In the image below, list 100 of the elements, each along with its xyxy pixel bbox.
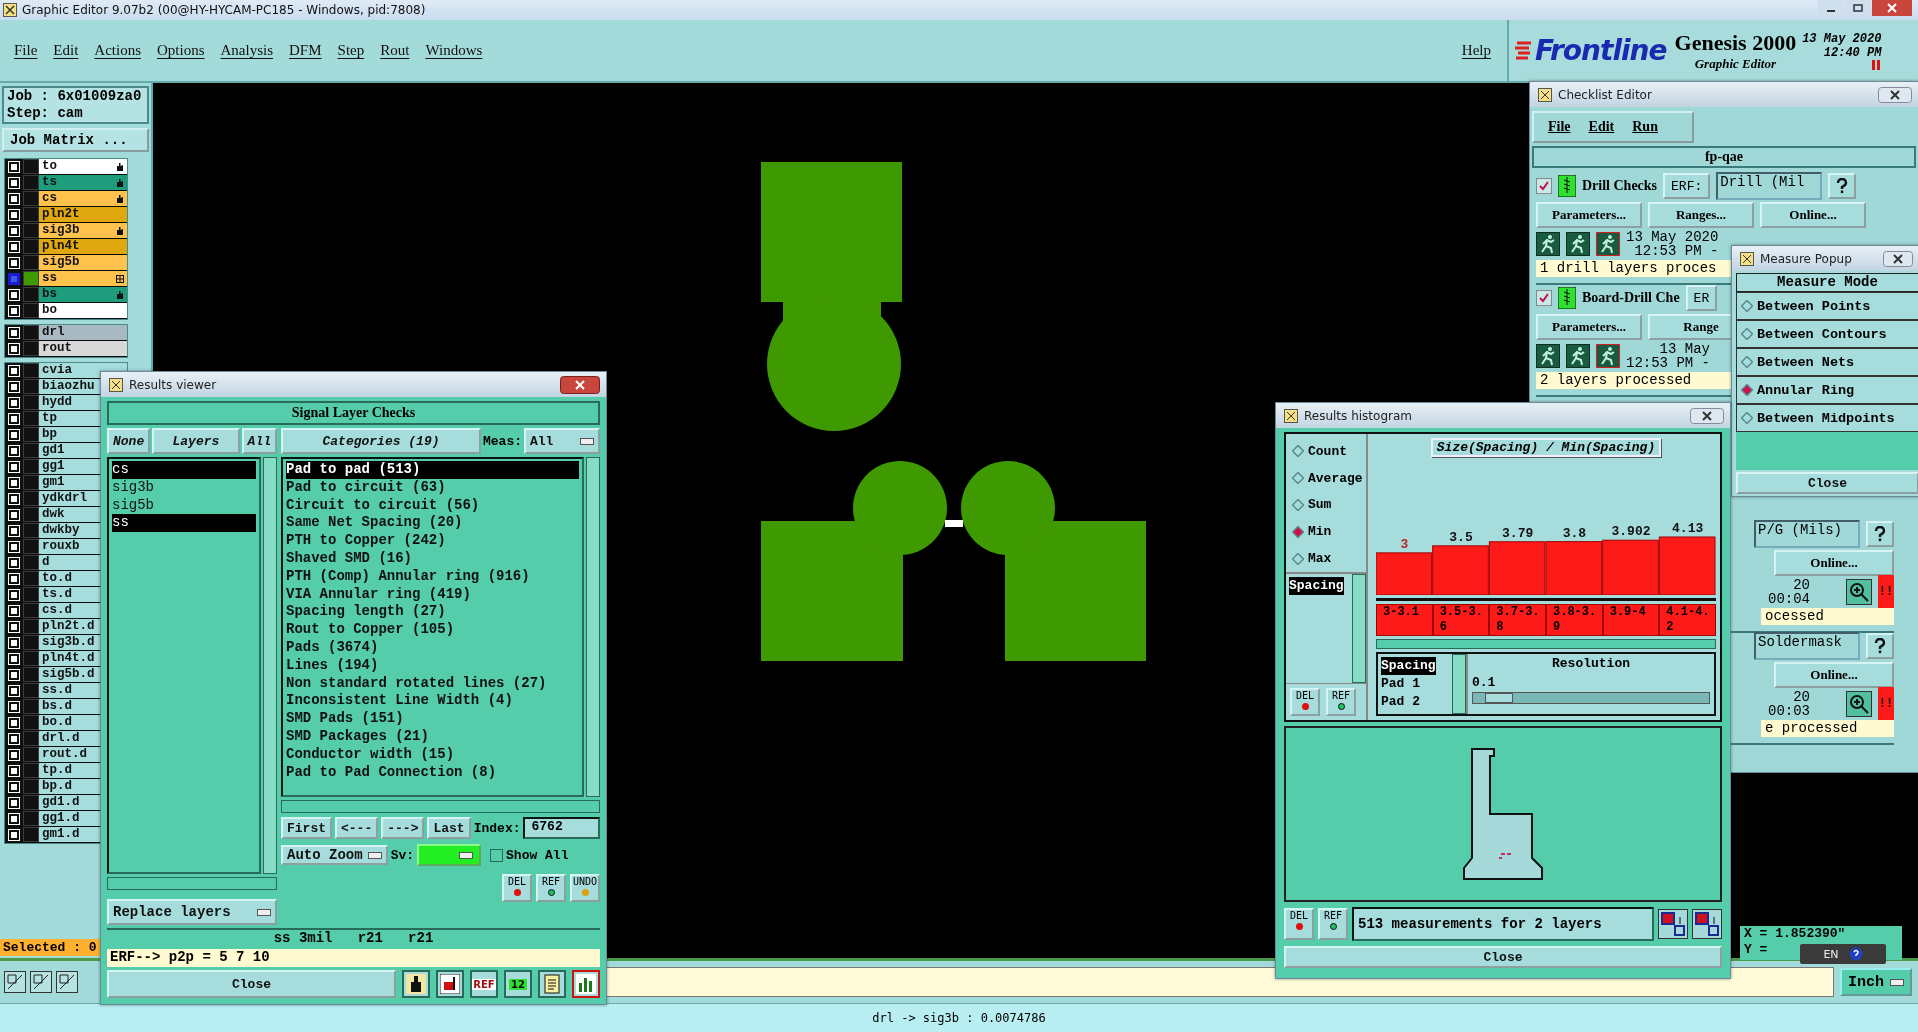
menu-item[interactable]: Step — [329, 42, 373, 59]
layer-name[interactable]: drl — [39, 325, 127, 340]
layer-checkbox[interactable] — [9, 161, 19, 172]
menu-item[interactable]: Windows — [417, 42, 491, 59]
work-layer-cell[interactable] — [23, 587, 39, 602]
category-item[interactable]: PTH to Copper (242) — [286, 532, 579, 550]
horizontal-scrollbar[interactable] — [1376, 639, 1716, 649]
function-option[interactable]: Min — [1292, 518, 1366, 546]
layer-checkbox[interactable] — [9, 493, 19, 504]
entry-button[interactable]: Online... — [1774, 662, 1894, 688]
layer-checkbox[interactable] — [9, 289, 19, 300]
layer-checkbox[interactable] — [9, 829, 19, 840]
layer-checkbox[interactable] — [9, 541, 19, 552]
work-layer-cell[interactable] — [23, 207, 39, 222]
work-layer-cell[interactable] — [23, 747, 39, 762]
menu-item[interactable]: Run — [1632, 119, 1658, 135]
close-icon[interactable] — [560, 375, 600, 394]
category-item[interactable]: Spacing length (27) — [286, 603, 579, 622]
navigation-button[interactable]: Last — [427, 817, 471, 839]
layer-checkbox[interactable] — [9, 637, 19, 648]
layer-checkbox[interactable] — [9, 327, 19, 338]
category-item[interactable]: VIA Annular ring (419) — [286, 585, 579, 604]
severity-dropdown[interactable] — [417, 844, 482, 866]
function-option[interactable]: Sum — [1292, 491, 1366, 519]
work-layer-cell[interactable] — [23, 763, 39, 778]
menu-item[interactable]: Edit — [45, 42, 87, 59]
layer-checkbox[interactable] — [9, 461, 19, 472]
layer-name[interactable]: sig3b — [39, 223, 127, 238]
close-icon[interactable] — [1872, 0, 1912, 16]
measure-mode-option[interactable]: Annular Ring — [1736, 376, 1918, 404]
entry-button[interactable]: Ranges... — [1648, 202, 1754, 228]
menu-item[interactable]: Edit — [1588, 119, 1615, 135]
layer-checkbox[interactable] — [9, 669, 19, 680]
layer-checkbox[interactable] — [9, 733, 19, 744]
zoom-in-icon[interactable] — [1846, 579, 1872, 605]
category-item[interactable]: SMD Packages (21) — [286, 727, 579, 746]
resolution-slider[interactable] — [1472, 692, 1710, 704]
layer-checkbox[interactable] — [9, 241, 19, 252]
layer-checkbox[interactable] — [9, 193, 19, 204]
work-layer-cell[interactable] — [23, 223, 39, 238]
work-layer-cell[interactable] — [23, 619, 39, 634]
entry-button[interactable]: Online... — [1760, 202, 1866, 228]
layer-checkbox[interactable] — [9, 257, 19, 268]
tool-button[interactable]: REF — [470, 970, 498, 998]
action-button[interactable]: DEL — [1290, 688, 1320, 716]
layer-checkbox[interactable] — [9, 343, 19, 354]
work-layer-cell[interactable] — [23, 239, 39, 254]
close-icon[interactable] — [1690, 407, 1724, 424]
tool-button[interactable] — [436, 970, 464, 998]
vertical-scrollbar[interactable] — [586, 457, 600, 797]
measure-mode-option[interactable]: Between Midpoints — [1736, 404, 1918, 432]
vertical-scrollbar[interactable] — [263, 457, 277, 874]
close-button[interactable]: Close — [1284, 946, 1722, 968]
work-layer-cell[interactable] — [23, 427, 39, 442]
layer-checkbox[interactable] — [9, 477, 19, 488]
category-item[interactable]: Shaved SMD (16) — [286, 550, 579, 568]
layer-checkbox[interactable] — [9, 605, 19, 616]
job-matrix-button[interactable]: Job Matrix ... — [2, 128, 149, 152]
erf-field[interactable]: P/G (Mils) — [1754, 520, 1860, 548]
all-button[interactable]: All — [241, 428, 277, 454]
menu-item[interactable]: File — [1548, 119, 1571, 135]
run-icon[interactable] — [1536, 344, 1560, 368]
export-icon[interactable] — [1692, 909, 1722, 939]
help-icon[interactable] — [1848, 947, 1863, 961]
layer-checkbox[interactable] — [9, 717, 19, 728]
work-layer-cell[interactable] — [23, 459, 39, 474]
layer-name[interactable]: ts — [39, 175, 127, 190]
action-button[interactable]: REF — [1318, 908, 1348, 940]
work-layer-cell[interactable] — [23, 507, 39, 522]
category-item[interactable]: Pads (3674) — [286, 638, 579, 657]
function-option[interactable]: Max — [1292, 545, 1366, 572]
erf-field[interactable]: ERF--> p2p = 5 7 10 — [107, 949, 600, 967]
replace-layers-dropdown[interactable]: Replace layers — [107, 899, 277, 925]
layer-name[interactable]: bo — [39, 303, 127, 318]
navigation-button[interactable]: <--- — [335, 817, 379, 839]
work-layer-cell[interactable] — [23, 523, 39, 538]
run-icon[interactable] — [1596, 232, 1620, 256]
layer-checkbox[interactable] — [9, 589, 19, 600]
work-layer-cell[interactable] — [23, 475, 39, 490]
work-layer-cell[interactable] — [23, 731, 39, 746]
work-layer-cell[interactable] — [23, 379, 39, 394]
layer-name[interactable]: pln4t — [39, 239, 127, 254]
layer-checkbox[interactable] — [9, 765, 19, 776]
action-button[interactable]: REF — [1326, 688, 1356, 716]
vertical-scrollbar[interactable] — [1352, 574, 1366, 683]
work-layer-cell[interactable] — [23, 159, 39, 174]
view-tool-icon[interactable] — [30, 971, 52, 993]
language-bar[interactable]: EN — [1800, 944, 1886, 964]
entry-button[interactable]: Parameters... — [1536, 202, 1642, 228]
entry-button[interactable]: Online... — [1774, 550, 1894, 576]
category-item[interactable]: Pad to Pad Connection (8) — [286, 763, 579, 782]
close-icon[interactable] — [1883, 250, 1913, 267]
category-item[interactable]: Non standard rotated lines (27) — [286, 674, 579, 693]
layer-checkbox[interactable] — [9, 653, 19, 664]
layer-name[interactable]: bs — [39, 287, 127, 302]
action-button[interactable]: UNDO — [570, 874, 600, 902]
close-button[interactable]: Close — [107, 970, 396, 998]
work-layer-cell[interactable] — [23, 779, 39, 794]
layer-name[interactable]: to — [39, 159, 127, 174]
view-tool-icon[interactable] — [56, 971, 78, 993]
